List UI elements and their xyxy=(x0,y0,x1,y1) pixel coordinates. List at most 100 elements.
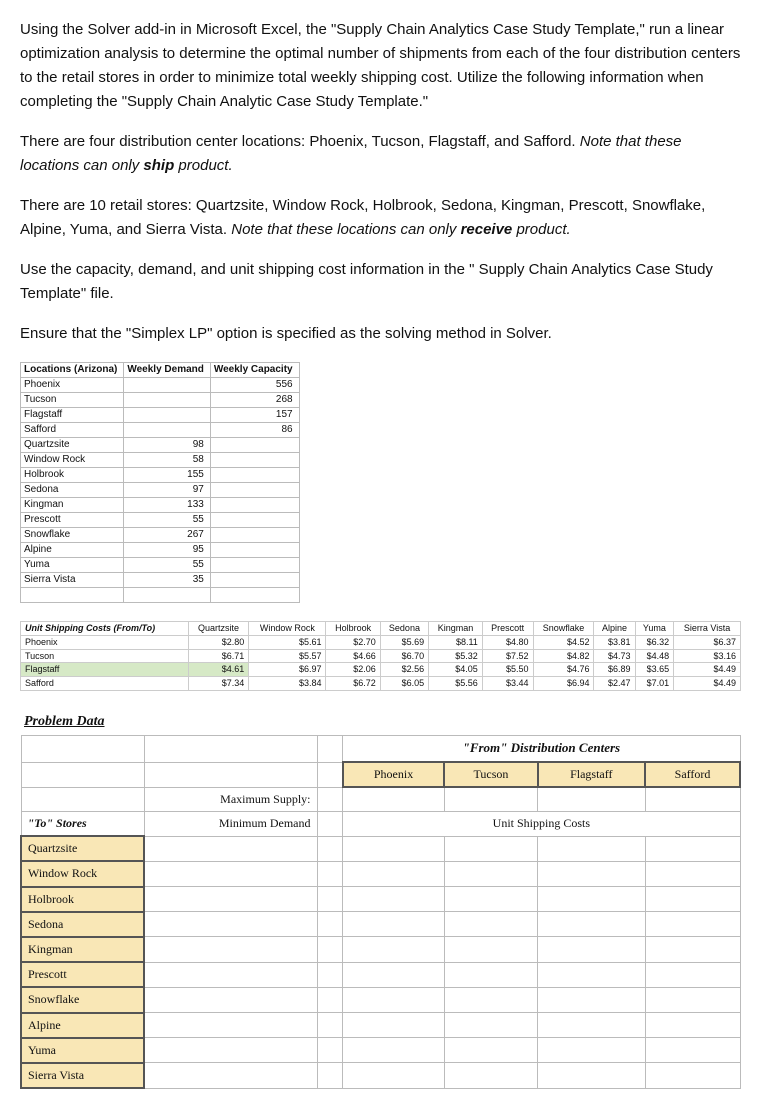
table-row: Yuma55 xyxy=(21,558,300,573)
costs-col: Holbrook xyxy=(326,622,380,636)
intro-paragraph-4: Use the capacity, demand, and unit shipp… xyxy=(20,258,741,306)
table-row: Quartzsite98 xyxy=(21,438,300,453)
table-row: Kingman133 xyxy=(21,498,300,513)
cost-cell: $6.70 xyxy=(380,649,428,663)
weekly-demand xyxy=(124,423,211,438)
empty-cell xyxy=(144,1038,317,1063)
empty-cell xyxy=(444,887,537,912)
weekly-capacity xyxy=(210,438,299,453)
costs-col: Window Rock xyxy=(249,622,326,636)
table-row: Prescott55 xyxy=(21,513,300,528)
weekly-capacity xyxy=(210,573,299,588)
table-row: Holbrook xyxy=(21,887,740,912)
table-row: Alpine xyxy=(21,1013,740,1038)
table-row: Yuma xyxy=(21,1038,740,1063)
empty-cell xyxy=(144,987,317,1012)
empty-cell xyxy=(444,987,537,1012)
from-location: Flagstaff xyxy=(21,663,189,677)
empty-cell xyxy=(444,1063,537,1088)
empty-cell xyxy=(317,962,343,987)
empty-cell xyxy=(144,912,317,937)
costs-title: Unit Shipping Costs (From/To) xyxy=(21,622,189,636)
store-name: Kingman xyxy=(21,937,144,962)
to-stores-label: "To" Stores xyxy=(21,812,144,837)
location-name: Yuma xyxy=(21,558,124,573)
store-name: Sedona xyxy=(21,912,144,937)
minimum-demand-label: Minimum Demand xyxy=(144,812,317,837)
empty-cell xyxy=(538,861,646,886)
table-row: Sierra Vista35 xyxy=(21,573,300,588)
weekly-demand: 133 xyxy=(124,498,211,513)
dc-safford: Safford xyxy=(645,762,740,787)
table-row: Snowflake267 xyxy=(21,528,300,543)
weekly-demand: 95 xyxy=(124,543,211,558)
problem-data-table: "From" Distribution Centers Phoenix Tucs… xyxy=(20,735,741,1089)
cost-cell: $5.57 xyxy=(249,649,326,663)
weekly-demand xyxy=(124,393,211,408)
cost-cell: $7.34 xyxy=(188,677,248,691)
cost-cell: $7.52 xyxy=(482,649,533,663)
location-name: Sedona xyxy=(21,483,124,498)
cost-cell: $4.52 xyxy=(533,635,594,649)
intro-paragraph-2: There are four distribution center locat… xyxy=(20,130,741,178)
weekly-demand: 35 xyxy=(124,573,211,588)
empty-cell xyxy=(645,1038,740,1063)
location-name: Quartzsite xyxy=(21,438,124,453)
from-dist-centers-label: "From" Distribution Centers xyxy=(343,736,740,762)
dc-flagstaff: Flagstaff xyxy=(538,762,646,787)
cost-cell: $4.49 xyxy=(674,663,741,677)
unit-shipping-costs-label: Unit Shipping Costs xyxy=(343,812,740,837)
store-name: Alpine xyxy=(21,1013,144,1038)
weekly-demand: 55 xyxy=(124,558,211,573)
from-location: Tucson xyxy=(21,649,189,663)
weekly-demand: 155 xyxy=(124,468,211,483)
table-row: Safford86 xyxy=(21,423,300,438)
table-row: Tucson$6.71$5.57$4.66$6.70$5.32$7.52$4.8… xyxy=(21,649,741,663)
empty-cell xyxy=(343,861,445,886)
cost-cell: $8.11 xyxy=(429,635,483,649)
empty-cell xyxy=(144,1063,317,1088)
cost-cell: $2.06 xyxy=(326,663,380,677)
location-name: Alpine xyxy=(21,543,124,558)
dc-phoenix: Phoenix xyxy=(343,762,445,787)
costs-col: Prescott xyxy=(482,622,533,636)
location-name: Tucson xyxy=(21,393,124,408)
empty-cell xyxy=(444,1038,537,1063)
cost-cell: $6.32 xyxy=(635,635,674,649)
cost-cell: $6.94 xyxy=(533,677,594,691)
table-row: Sierra Vista xyxy=(21,1063,740,1088)
table-row: Phoenix$2.80$5.61$2.70$5.69$8.11$4.80$4.… xyxy=(21,635,741,649)
empty-cell xyxy=(645,861,740,886)
empty-cell xyxy=(317,912,343,937)
costs-col: Kingman xyxy=(429,622,483,636)
empty-cell xyxy=(645,836,740,861)
table-row: Flagstaff$4.61$6.97$2.06$2.56$4.05$5.50$… xyxy=(21,663,741,677)
location-name: Snowflake xyxy=(21,528,124,543)
location-name: Sierra Vista xyxy=(21,573,124,588)
empty-cell xyxy=(144,887,317,912)
weekly-capacity xyxy=(210,513,299,528)
empty-cell xyxy=(343,937,445,962)
store-name: Quartzsite xyxy=(21,836,144,861)
loc-header-demand: Weekly Demand xyxy=(124,363,211,378)
empty-cell xyxy=(645,937,740,962)
empty-cell xyxy=(144,1013,317,1038)
cost-cell: $2.47 xyxy=(594,677,635,691)
empty-cell xyxy=(317,937,343,962)
cost-cell: $5.56 xyxy=(429,677,483,691)
empty-cell xyxy=(538,937,646,962)
empty-cell xyxy=(444,962,537,987)
weekly-demand xyxy=(124,378,211,393)
table-row: Window Rock58 xyxy=(21,453,300,468)
cost-cell: $4.73 xyxy=(594,649,635,663)
location-name: Phoenix xyxy=(21,378,124,393)
empty-cell xyxy=(645,987,740,1012)
cost-cell: $2.80 xyxy=(188,635,248,649)
empty-cell xyxy=(317,861,343,886)
table-row: Holbrook155 xyxy=(21,468,300,483)
store-name: Snowflake xyxy=(21,987,144,1012)
empty-cell xyxy=(343,987,445,1012)
cost-cell: $3.16 xyxy=(674,649,741,663)
table-row: Sedona97 xyxy=(21,483,300,498)
table-row: Tucson268 xyxy=(21,393,300,408)
